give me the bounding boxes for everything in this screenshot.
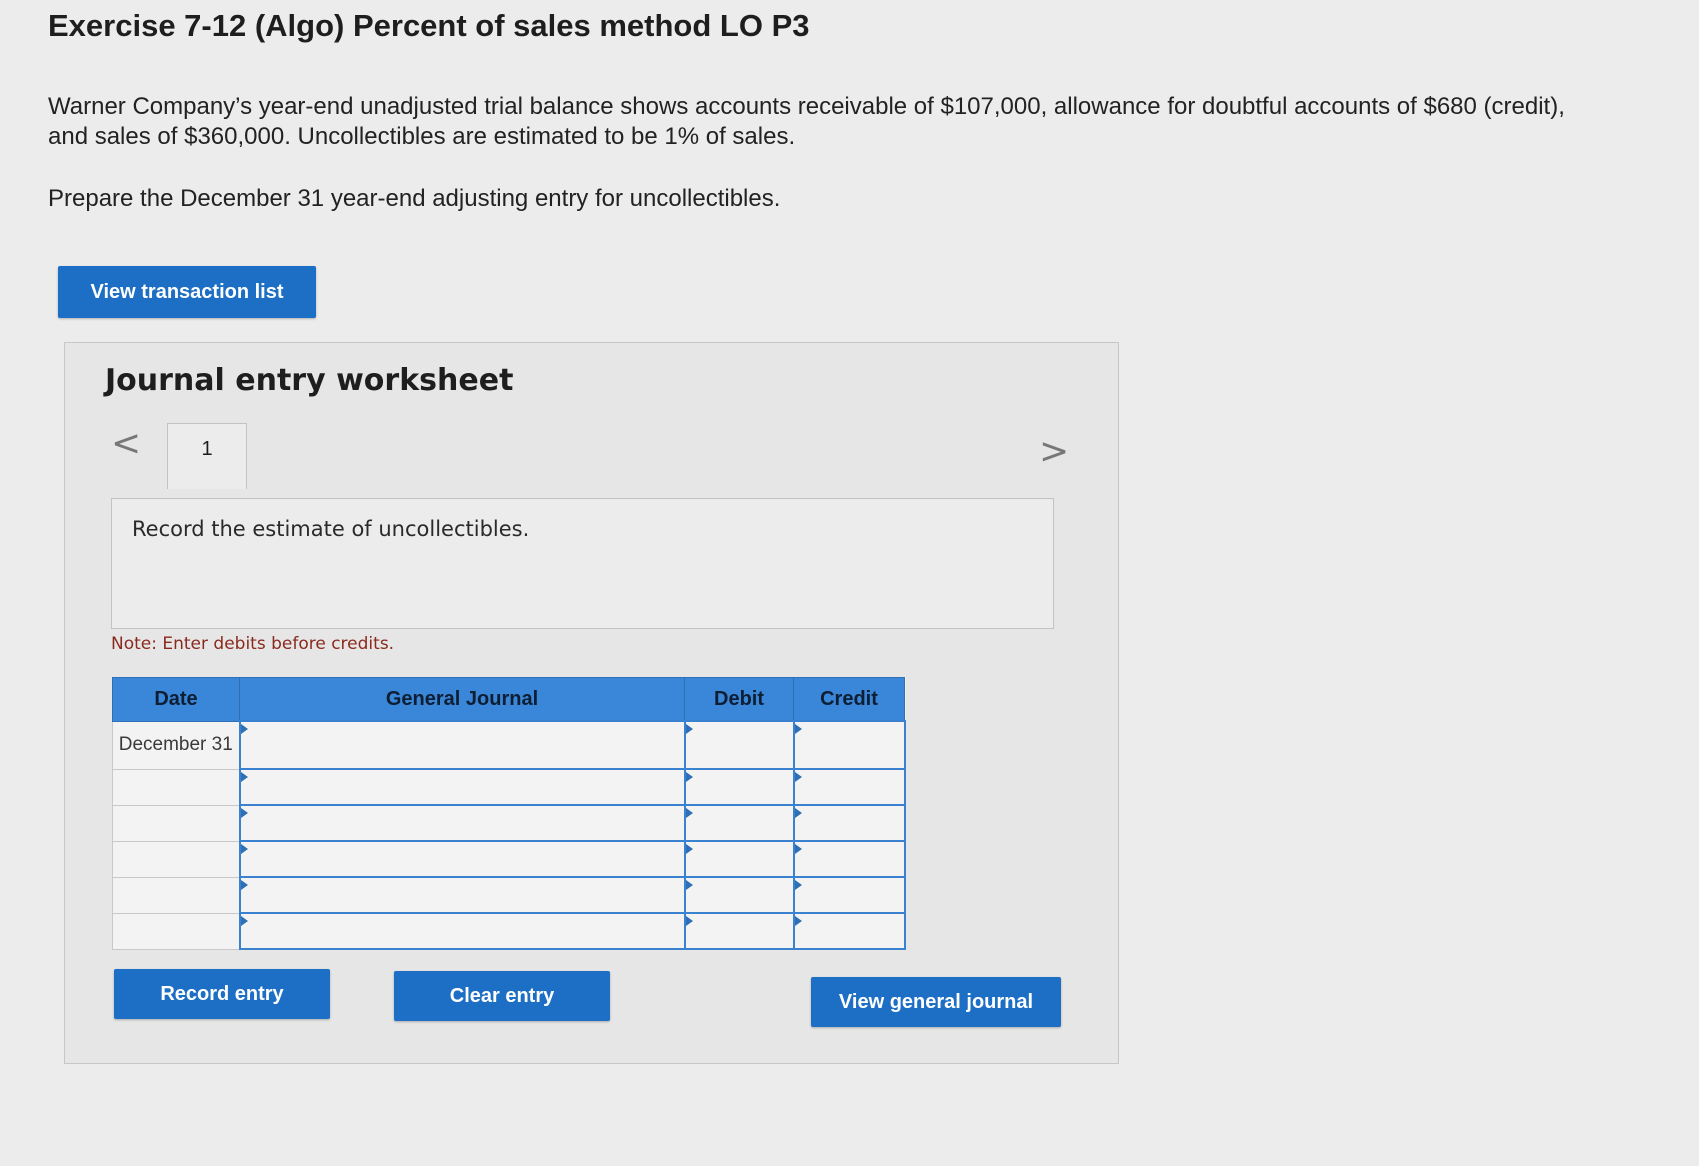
general-journal-input-cell [238, 912, 686, 950]
cell-marker-icon [685, 724, 693, 734]
credit-input-cell [792, 876, 906, 914]
cell-marker-icon [685, 880, 693, 890]
credit-input-cell [792, 840, 906, 878]
cell-marker-icon [794, 844, 802, 854]
credit-input-cell [792, 720, 906, 770]
general-journal-input-cell [238, 768, 686, 806]
journal-header-row: Date General Journal Debit Credit [112, 677, 905, 722]
table-row: December 31 [112, 720, 906, 770]
date-cell [112, 912, 240, 950]
cell-marker-icon [240, 916, 248, 926]
credit-input[interactable] [795, 722, 904, 768]
journal-table: Date General Journal Debit Credit Decemb… [112, 677, 906, 950]
cell-marker-icon [794, 772, 802, 782]
problem-text: Warner Company’s year-end unadjusted tri… [48, 93, 1565, 150]
date-cell [112, 768, 240, 806]
credit-input-cell [792, 804, 906, 842]
cell-marker-icon [685, 916, 693, 926]
credit-input-cell [792, 912, 906, 950]
debit-input[interactable] [686, 806, 793, 840]
cell-marker-icon [794, 724, 802, 734]
debit-input-cell [683, 720, 795, 770]
chevron-right-icon[interactable]: > [1039, 431, 1069, 472]
record-entry-button[interactable]: Record entry [114, 969, 330, 1019]
date-column-header: Date [112, 677, 240, 722]
debit-input[interactable] [686, 914, 793, 948]
tab-1[interactable]: 1 [167, 423, 247, 489]
tab-label: 1 [201, 438, 213, 460]
general-journal-input-cell [238, 804, 686, 842]
instruction-text: Prepare the December 31 year-end adjusti… [48, 185, 781, 212]
general-journal-input-cell [238, 876, 686, 914]
general-journal-input[interactable] [241, 770, 684, 804]
journal-entry-worksheet: Journal entry worksheet < 1 > Record the… [64, 342, 1119, 1064]
view-general-journal-button[interactable]: View general journal [811, 977, 1061, 1027]
table-row [112, 768, 906, 806]
date-cell [112, 840, 240, 878]
debit-column-header: Debit [684, 677, 794, 722]
task-description: Record the estimate of uncollectibles. [132, 517, 530, 541]
cell-marker-icon [240, 772, 248, 782]
cell-marker-icon [240, 844, 248, 854]
credit-column-header: Credit [793, 677, 905, 722]
credit-input[interactable] [795, 806, 904, 840]
date-cell [112, 876, 240, 914]
table-row [112, 876, 906, 914]
general-journal-input-cell [238, 840, 686, 878]
debit-input[interactable] [686, 722, 793, 768]
general-journal-input-cell [238, 720, 686, 770]
cell-marker-icon [685, 844, 693, 854]
debit-input-cell [683, 768, 795, 806]
cell-marker-icon [794, 880, 802, 890]
cell-marker-icon [685, 772, 693, 782]
debit-input-cell [683, 912, 795, 950]
view-transaction-list-button[interactable]: View transaction list [58, 266, 316, 318]
debit-input[interactable] [686, 842, 793, 876]
credit-input[interactable] [795, 770, 904, 804]
note-text: Note: Enter debits before credits. [111, 634, 395, 654]
general-journal-column-header: General Journal [239, 677, 685, 722]
clear-entry-button[interactable]: Clear entry [394, 971, 610, 1021]
general-journal-input[interactable] [241, 878, 684, 912]
general-journal-input[interactable] [241, 722, 684, 768]
task-description-box: Record the estimate of uncollectibles. [111, 498, 1054, 629]
cell-marker-icon [240, 808, 248, 818]
table-row [112, 840, 906, 878]
table-row [112, 804, 906, 842]
credit-input[interactable] [795, 914, 904, 948]
general-journal-input[interactable] [241, 842, 684, 876]
debit-input-cell [683, 840, 795, 878]
cell-marker-icon [240, 724, 248, 734]
table-row [112, 912, 906, 950]
cell-marker-icon [794, 916, 802, 926]
debit-input[interactable] [686, 770, 793, 804]
general-journal-input[interactable] [241, 806, 684, 840]
page: Exercise 7-12 (Algo) Percent of sales me… [0, 0, 1699, 1166]
cell-marker-icon [794, 808, 802, 818]
page-title: Exercise 7-12 (Algo) Percent of sales me… [48, 8, 810, 43]
worksheet-title: Journal entry worksheet [105, 363, 514, 398]
credit-input[interactable] [795, 878, 904, 912]
debit-input-cell [683, 804, 795, 842]
debit-input-cell [683, 876, 795, 914]
date-cell: December 31 [112, 720, 240, 770]
credit-input[interactable] [795, 842, 904, 876]
general-journal-input[interactable] [241, 914, 684, 948]
date-cell [112, 804, 240, 842]
cell-marker-icon [240, 880, 248, 890]
chevron-left-icon[interactable]: < [111, 423, 141, 464]
credit-input-cell [792, 768, 906, 806]
cell-marker-icon [685, 808, 693, 818]
debit-input[interactable] [686, 878, 793, 912]
